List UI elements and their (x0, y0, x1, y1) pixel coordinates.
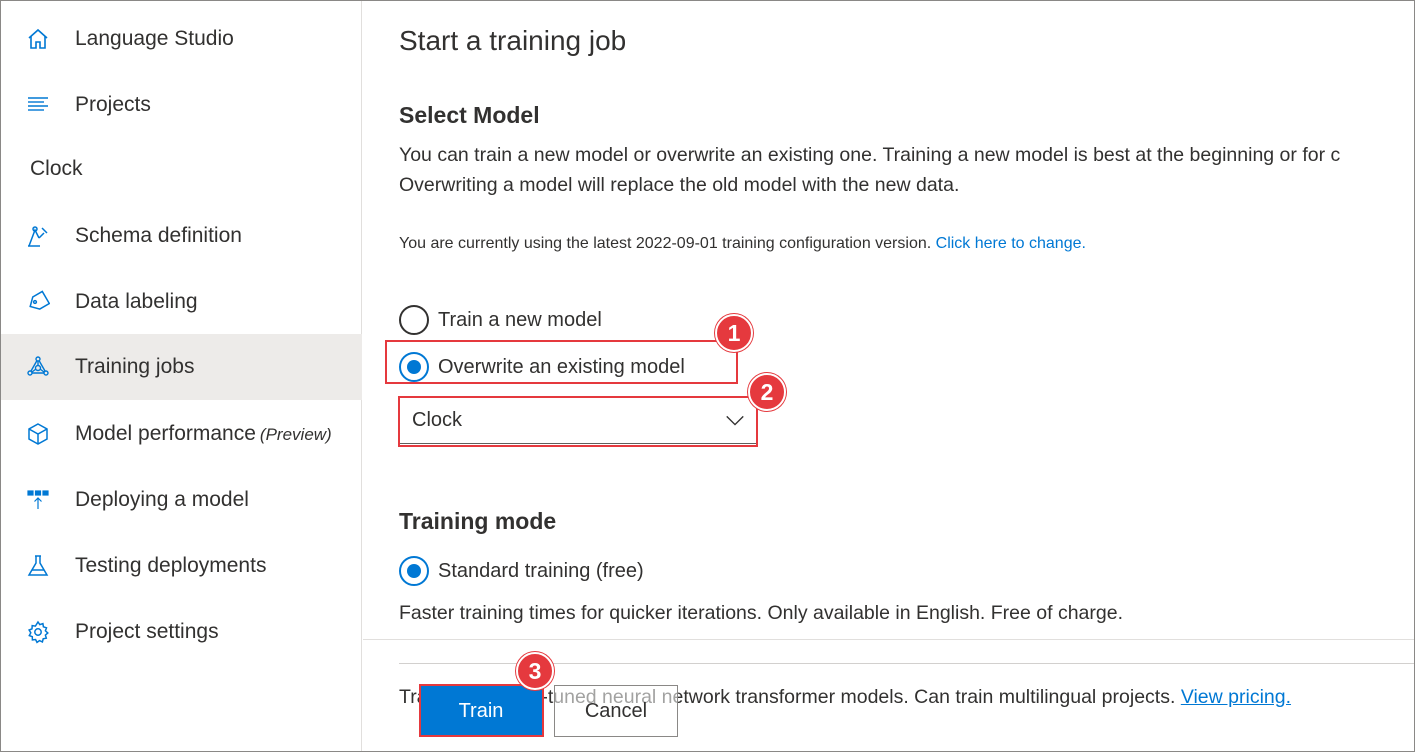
sidebar-item-label: Deploying a model (75, 488, 249, 511)
footer-divider (363, 639, 1414, 640)
sidebar-item-language-studio[interactable]: Language Studio (1, 6, 362, 72)
model-performance-label: Model performance (75, 422, 256, 445)
train-button[interactable]: Train (420, 685, 542, 737)
standard-training-description: Faster training times for quicker iterat… (399, 602, 1123, 624)
overwrite-model-option[interactable]: Overwrite an existing model (399, 351, 685, 383)
sidebar-item-project-settings[interactable]: Project settings (1, 599, 362, 665)
sidebar-item-training-jobs[interactable]: Training jobs (1, 334, 362, 400)
step2-badge: 2 (748, 373, 786, 411)
gear-icon (25, 619, 51, 645)
change-config-link[interactable]: Click here to change. (936, 235, 1086, 252)
sidebar-item-data-labeling[interactable]: Data labeling (1, 269, 362, 335)
project-name: Clock (30, 157, 83, 180)
train-new-model-label: Train a new model (438, 308, 602, 331)
train-new-model-radio[interactable] (399, 305, 429, 335)
step3-badge: 3 (516, 652, 554, 690)
overwrite-model-label: Overwrite an existing model (438, 355, 685, 378)
existing-model-dropdown[interactable]: Clock (399, 396, 757, 444)
sidebar-item-deploying-a-model[interactable]: Deploying a model (1, 467, 362, 533)
training-mode-heading: Training mode (399, 508, 557, 534)
sidebar-item-label: Language Studio (75, 27, 234, 50)
training-job-panel: Start a training job Select Model You ca… (363, 1, 1414, 751)
training-icon (25, 354, 51, 380)
schema-icon (25, 223, 51, 249)
sidebar-item-label: Data labeling (75, 290, 198, 313)
chevron-down-icon (726, 415, 744, 426)
page-title: Start a training job (399, 25, 627, 56)
standard-training-radio[interactable] (399, 556, 429, 586)
sidebar-item-schema-definition[interactable]: Schema definition (1, 203, 362, 269)
select-model-description-1: You can train a new model or overwrite a… (399, 144, 1341, 166)
cancel-button[interactable]: Cancel (554, 685, 678, 737)
sidebar-item-projects[interactable]: Projects (1, 72, 362, 138)
dropdown-selected-value: Clock (412, 408, 463, 431)
sidebar-item-label: Project settings (75, 620, 219, 643)
sidebar-item-label: Schema definition (75, 224, 242, 247)
cube-icon (25, 421, 51, 447)
standard-training-option[interactable]: Standard training (free) (399, 555, 644, 587)
select-model-description-2: Overwriting a model will replace the old… (399, 174, 960, 196)
sidebar-item-label: Model performance (Preview) (75, 422, 332, 446)
config-version-text: You are currently using the latest 2022-… (399, 235, 932, 252)
sidebar-item-testing-deployments[interactable]: Testing deployments (1, 533, 362, 599)
step1-badge: 1 (715, 314, 753, 352)
standard-training-label: Standard training (free) (438, 559, 644, 582)
sidebar-item-model-performance[interactable]: Model performance (Preview) (1, 401, 362, 467)
tag-icon (25, 289, 51, 315)
view-pricing-link[interactable]: View pricing. (1181, 686, 1291, 708)
deploy-icon (25, 487, 51, 513)
select-model-heading: Select Model (399, 102, 540, 128)
sidebar-item-label: Training jobs (75, 355, 195, 378)
sidebar: Language Studio Projects Clock Schema de… (1, 1, 362, 751)
sidebar-item-label: Testing deployments (75, 554, 267, 577)
flask-icon (25, 553, 51, 579)
projects-list-icon (25, 92, 51, 118)
sidebar-item-label: Projects (75, 93, 151, 116)
overwrite-model-radio[interactable] (399, 352, 429, 382)
home-icon (25, 26, 51, 52)
preview-tag: (Preview) (259, 425, 332, 444)
train-new-model-option[interactable]: Train a new model (399, 304, 602, 336)
config-version-note: You are currently using the latest 2022-… (399, 235, 1086, 253)
